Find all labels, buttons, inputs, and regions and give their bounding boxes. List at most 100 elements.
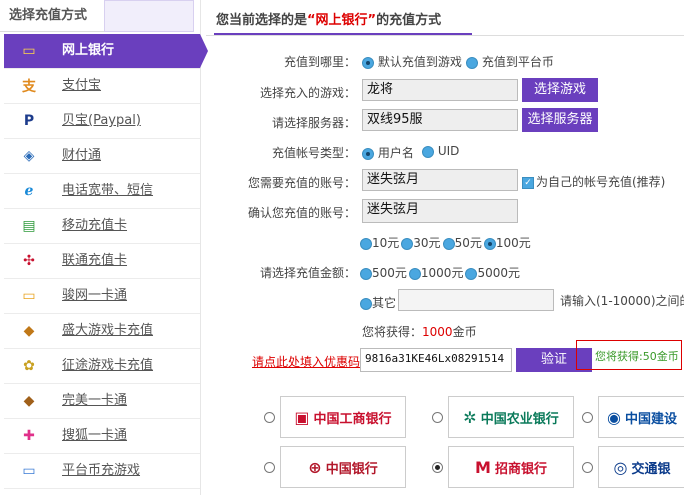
coupon-link[interactable]: 请点此处填入优惠码 [252, 353, 360, 370]
alipay-icon: 支 [22, 79, 36, 95]
card-icon: ▭ [22, 288, 36, 304]
bank-radio[interactable] [432, 412, 443, 423]
bank-name: 中国建设 [624, 411, 677, 427]
title-highlight: “网上银行” [307, 13, 377, 28]
sidebar-item[interactable]: ✚ 搜狐一卡通 [4, 419, 200, 454]
coupon-result-box: 您将获得:50金币 [576, 340, 682, 370]
bank-radio[interactable] [264, 412, 275, 423]
radio-icon [360, 237, 372, 250]
sidebar-item-label: 电话宽带、短信 [62, 183, 154, 198]
sidebar-item[interactable]: ◆ 盛大游戏卡充值 [4, 314, 200, 349]
bank-radio[interactable] [432, 462, 443, 473]
amount-radio[interactable]: 5000元 [465, 266, 520, 280]
amount-hint: 请输入(1-10000)之间的 [560, 294, 684, 308]
receive-info: 您将获得：1000金币 [362, 325, 477, 339]
zhengtu-icon: ✿ [23, 358, 35, 374]
bank-name: 交通银 [631, 461, 671, 477]
sidebar-item[interactable]: ✣ 联通充值卡 [4, 244, 200, 279]
bank-option[interactable]: ▣ 中国工商银行 [280, 396, 406, 438]
target-radio-game[interactable]: 默认充值到游戏 [362, 53, 462, 70]
sidebar-item[interactable]: 支 支付宝 [4, 69, 200, 104]
bank-option[interactable]: ◉ 中国建设 [598, 396, 684, 438]
sidebar-item[interactable]: ▭ 骏网一卡通 [4, 279, 200, 314]
bank-card-icon: ▭ [22, 43, 36, 59]
sidebar-item-label: 网上银行 [62, 43, 115, 58]
checkbox-icon: ✓ [522, 176, 534, 189]
amount-other-radio[interactable]: 其它 [360, 294, 396, 311]
sidebar-item-label: 盛大游戏卡充值 [62, 323, 154, 338]
amount-label: 请选择充值金额： [259, 266, 356, 280]
page-title: 您当前选择的是“网上银行”的充值方式 [206, 0, 684, 36]
tenpay-shield-icon: ◈ [23, 148, 35, 164]
icbc-logo-icon: ▣ [294, 407, 310, 427]
sidebar-item-label: 搜狐一卡通 [62, 428, 128, 443]
amount-radio[interactable]: 30元 [401, 236, 441, 250]
bank-radio[interactable] [582, 412, 593, 423]
amount-radio[interactable]: 500元 [360, 266, 407, 280]
confirm-account-input[interactable]: 迷失弦月 [362, 199, 518, 223]
bank-radio[interactable] [582, 462, 593, 473]
target-label: 充值到哪里： [283, 55, 356, 69]
amount-radio[interactable]: 100元 [483, 236, 531, 250]
bank-name: 中国工商银行 [313, 411, 392, 427]
amount-radio[interactable]: 1000元 [408, 266, 463, 280]
server-field[interactable]: 双线95服 [362, 109, 518, 131]
perfect-world-icon: ◆ [23, 393, 35, 409]
title-prefix: 您当前选择的是 [216, 13, 308, 28]
radio-icon [466, 56, 478, 69]
bank-option[interactable]: ⊕ 中国银行 [280, 446, 406, 488]
abc-logo-icon: ✲ [463, 407, 477, 427]
receive-amount: 1000 [422, 325, 453, 339]
game-field[interactable]: 龙将 [362, 79, 518, 101]
sidebar-item[interactable]: ℯ 电话宽带、短信 [4, 174, 200, 209]
boc-logo-icon: ⊕ [308, 457, 322, 477]
sidebar-item[interactable]: ▭ 平台币充游戏 [4, 454, 200, 489]
confirm-account-label: 确认您充值的账号： [247, 206, 356, 220]
account-type-radio-uid[interactable]: UID [422, 144, 459, 158]
title-suffix: 的充值方式 [376, 13, 442, 28]
sidebar-item-label: 征途游戏卡充值 [62, 358, 154, 373]
bank-option[interactable]: ✲ 中国农业银行 [448, 396, 574, 438]
amount-radio[interactable]: 50元 [442, 236, 482, 250]
bank-option[interactable]: M 招商银行 [448, 446, 574, 488]
bank-radio[interactable] [264, 462, 275, 473]
bank-name: 中国银行 [325, 461, 378, 477]
amount-options-row2: 500元 1000元 5000元 [360, 264, 522, 281]
account-input[interactable]: 迷失弦月 [362, 169, 518, 191]
amount-other-input[interactable] [398, 289, 554, 311]
sohu-icon: ✚ [23, 428, 35, 444]
sidebar-item-label: 联通充值卡 [62, 253, 128, 268]
bank-name: 中国农业银行 [480, 411, 559, 427]
coupon-result: 您将获得:50金币 [595, 350, 679, 363]
platform-coin-icon: ▭ [22, 463, 36, 479]
title-underline [214, 33, 472, 35]
sidebar-item-label: 完美一卡通 [62, 393, 128, 408]
payment-method-list: ▭ 网上银行支 支付宝 P 贝宝(Paypal) ◈ 财付通 ℯ 电话宽带、短信 ▤ 移动充值卡 ✣ 联… [4, 34, 208, 489]
coupon-input[interactable]: 9816a31KE46Lx08291514 [360, 348, 512, 372]
sidebar-item-label: 支付宝 [62, 78, 102, 93]
target-radio-platform[interactable]: 充值到平台币 [466, 53, 554, 70]
select-server-button[interactable]: 选择服务器 [522, 108, 598, 132]
sidebar-item[interactable]: ▤ 移动充值卡 [4, 209, 200, 244]
paypal-icon: P [23, 113, 35, 129]
amount-radio[interactable]: 10元 [360, 236, 399, 250]
radio-icon [360, 297, 372, 310]
sidebar-item[interactable]: P 贝宝(Paypal) [4, 104, 200, 139]
sidebar-item-label: 贝宝(Paypal) [62, 113, 141, 128]
sidebar-item[interactable]: ✿ 征途游戏卡充值 [4, 349, 200, 384]
bank-option[interactable]: ◎ 交通银 [598, 446, 684, 488]
ccb-logo-icon: ◉ [607, 407, 621, 427]
radio-icon [401, 237, 414, 250]
sidebar-item[interactable]: ◆ 完美一卡通 [4, 384, 200, 419]
sidebar-item[interactable]: ◈ 财付通 [4, 139, 200, 174]
main-panel: 您当前选择的是“网上银行”的充值方式 充值到哪里： 默认充值到游戏 充值到平台币… [206, 0, 684, 495]
server-label: 请选择服务器： [271, 116, 356, 130]
select-game-button[interactable]: 选择游戏 [522, 78, 598, 102]
sidebar-item[interactable]: ▭ 网上银行 [4, 34, 208, 69]
self-charge-checkbox[interactable]: ✓ 为自己的帐号充值(推荐) [522, 173, 665, 190]
radio-icon [483, 237, 496, 250]
radio-icon [360, 267, 372, 280]
cmb-logo-icon: M [475, 457, 491, 477]
unicom-icon: ✣ [23, 253, 35, 269]
account-type-radio-username[interactable]: 用户名 [362, 144, 414, 161]
